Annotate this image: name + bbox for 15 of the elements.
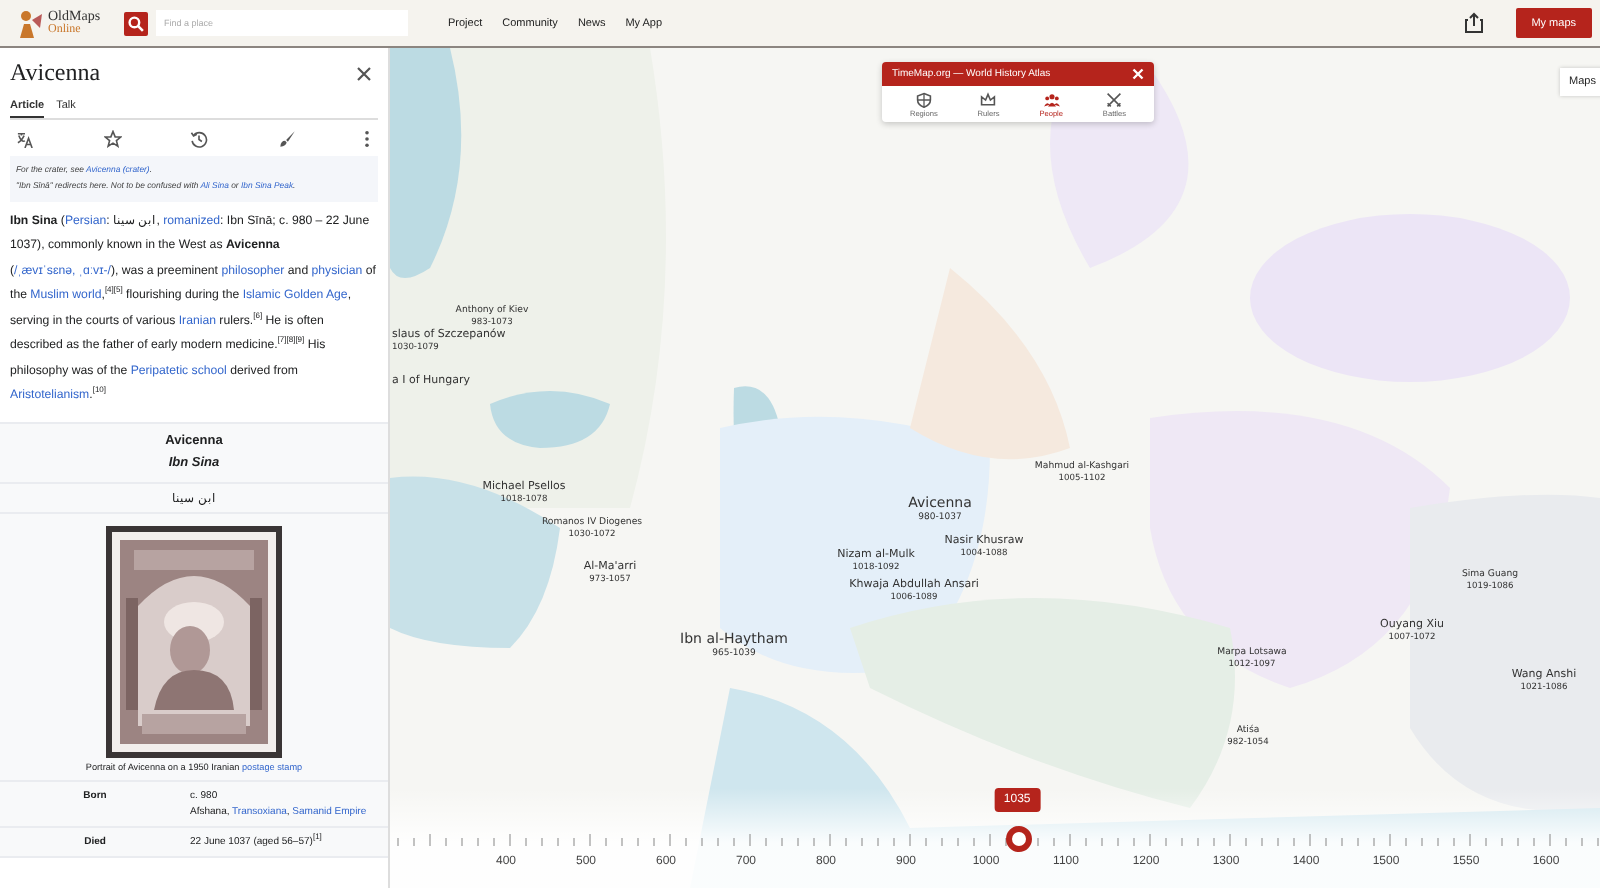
brush-icon[interactable] <box>277 130 295 148</box>
search-button[interactable] <box>124 11 148 35</box>
crossed-swords-icon <box>1106 92 1123 108</box>
share-icon[interactable] <box>1463 12 1484 34</box>
more-icon[interactable] <box>364 130 370 148</box>
article-title: Avicenna <box>10 58 101 88</box>
logo-icon <box>16 7 44 39</box>
close-icon[interactable] <box>356 65 372 81</box>
shield-icon <box>915 92 932 108</box>
crown-icon <box>980 92 997 108</box>
people-icon <box>1043 92 1060 108</box>
translate-icon[interactable] <box>16 131 34 147</box>
star-icon[interactable] <box>103 130 121 148</box>
search-icon <box>128 15 144 31</box>
history-icon[interactable] <box>190 130 208 148</box>
